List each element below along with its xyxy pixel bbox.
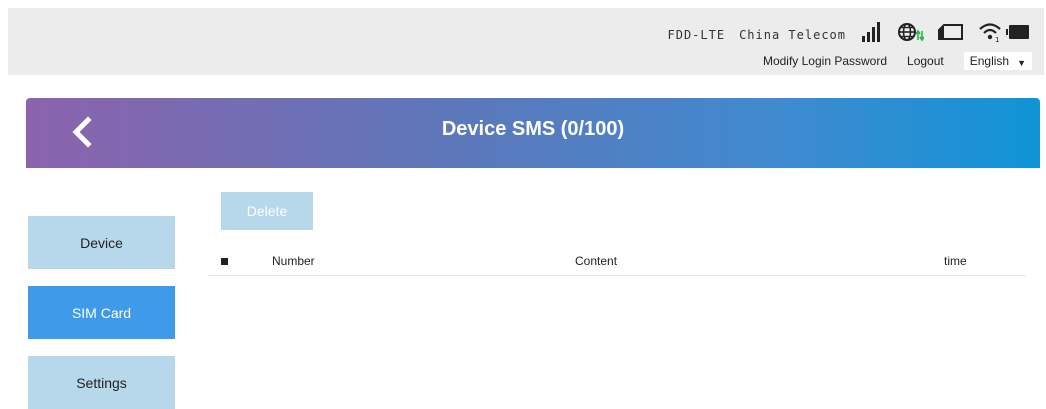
language-select[interactable]: English ▼ bbox=[963, 52, 1032, 70]
status-row: FDD-LTE China Telecom 1 bbox=[668, 22, 1031, 47]
header-links: Modify Login Password Logout English ▼ bbox=[763, 52, 1032, 70]
battery-icon bbox=[1006, 24, 1030, 45]
carrier-name: China Telecom bbox=[739, 27, 846, 42]
page-title: Device SMS (0/100) bbox=[441, 118, 625, 140]
column-header-content: Content bbox=[575, 254, 618, 268]
caret-down-icon: ▼ bbox=[1017, 57, 1026, 68]
page-banner: Device SMS (0/100) bbox=[26, 98, 1040, 168]
sms-table-header: Number Content time bbox=[208, 248, 1026, 276]
language-value: English bbox=[969, 54, 1010, 68]
logout-link[interactable]: Logout bbox=[907, 54, 944, 68]
top-status-bar: FDD-LTE China Telecom 1 Modify Login Pas… bbox=[8, 8, 1044, 75]
globe-data-icon bbox=[898, 22, 925, 47]
network-type: FDD-LTE bbox=[667, 27, 726, 42]
sidebar-item-device[interactable]: Device bbox=[28, 216, 175, 269]
sidebar-item-sim-card[interactable]: SIM Card bbox=[28, 286, 175, 339]
sim-icon bbox=[938, 24, 964, 45]
delete-button[interactable]: Delete bbox=[221, 192, 313, 230]
svg-text:1: 1 bbox=[995, 36, 999, 42]
modify-password-link[interactable]: Modify Login Password bbox=[763, 54, 887, 68]
wifi-icon: 1 bbox=[978, 22, 1002, 47]
sidebar-item-settings[interactable]: Settings bbox=[28, 356, 175, 409]
signal-icon bbox=[862, 22, 884, 47]
column-header-number: Number bbox=[272, 254, 315, 268]
column-header-time: time bbox=[944, 254, 967, 268]
select-all-checkbox[interactable] bbox=[221, 258, 228, 265]
